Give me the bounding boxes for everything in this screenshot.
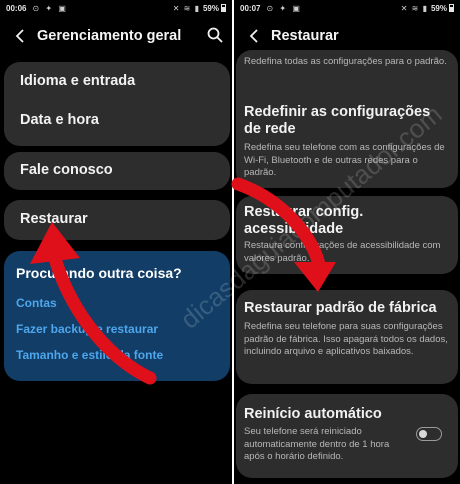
restore-group-accessibility: Restaurar config. acessibilidade Restaur… <box>236 196 458 274</box>
option-auto-restart-desc: Seu telefone será reiniciado automaticam… <box>244 426 390 462</box>
link-fazer-backup[interactable]: Fazer backup e restaurar <box>16 322 158 336</box>
settings-group-restore: Restaurar <box>4 200 230 240</box>
back-button[interactable] <box>9 25 31 47</box>
option-reset-accessibility-title[interactable]: Restaurar config. acessibilidade <box>244 204 450 238</box>
option-factory-reset-desc: Redefina seu telefone para suas configur… <box>244 321 448 357</box>
status-time: 00:07 <box>240 3 261 13</box>
link-tamanho-fonte[interactable]: Tamanho e estilo da fonte <box>16 348 163 362</box>
notification-icons: ⊙ ✦ ▣ <box>266 3 302 13</box>
page-title: Restaurar <box>271 28 339 44</box>
settings-group-language-date: Idioma e entrada Data e hora <box>4 62 230 146</box>
battery-level: 59% <box>430 3 447 13</box>
battery-level: 59% <box>202 3 219 13</box>
chevron-left-icon <box>15 29 24 43</box>
toggle-knob <box>419 430 427 438</box>
status-time: 00:06 <box>6 3 27 13</box>
search-icon[interactable] <box>206 26 224 44</box>
auto-restart-toggle[interactable] <box>416 427 442 441</box>
settings-group-contact: Fale conosco <box>4 152 230 190</box>
menu-item-restaurar[interactable]: Restaurar <box>20 211 88 227</box>
back-button[interactable] <box>243 25 265 47</box>
reset-all-desc: Redefina todas as configurações para o p… <box>244 56 447 67</box>
menu-item-fale-conosco[interactable]: Fale conosco <box>20 162 113 178</box>
menu-item-data-hora[interactable]: Data e hora <box>20 112 99 128</box>
restore-group-top: Redefina todas as configurações para o p… <box>236 50 458 188</box>
link-contas[interactable]: Contas <box>16 296 57 310</box>
left-screen: 00:06 ⊙ ✦ ▣ ✕ ≋ ▮ 59% Gerenciamento gera… <box>0 0 232 484</box>
restore-group-factory: Restaurar padrão de fábrica Redefina seu… <box>236 290 458 384</box>
signal-icons: ✕ ≋ ▮ <box>172 3 200 13</box>
right-screen: 00:07 ⊙ ✦ ▣ ✕ ≋ ▮ 59% Restaurar Redefina… <box>234 0 460 484</box>
status-bar: 00:07 ⊙ ✦ ▣ ✕ ≋ ▮ 59% <box>234 0 460 16</box>
signal-icons: ✕ ≋ ▮ <box>400 3 428 13</box>
app-bar: Gerenciamento geral <box>0 20 232 52</box>
battery-icon <box>449 4 454 12</box>
option-auto-restart-title[interactable]: Reinício automático <box>244 406 450 423</box>
option-reset-network-title[interactable]: Redefinir as configurações de rede <box>244 104 450 138</box>
status-bar: 00:06 ⊙ ✦ ▣ ✕ ≋ ▮ 59% <box>0 0 232 16</box>
notification-icons: ⊙ ✦ ▣ <box>32 3 68 13</box>
menu-item-idioma-entrada[interactable]: Idioma e entrada <box>20 73 135 89</box>
chevron-left-icon <box>249 29 258 43</box>
option-reset-network-desc: Redefina seu telefone com as configuraçõ… <box>244 142 445 178</box>
page-title: Gerenciamento geral <box>37 28 182 44</box>
app-bar: Restaurar <box>234 20 460 52</box>
option-reset-accessibility-desc: Restaura configurações de acessibilidade… <box>244 240 441 264</box>
suggestions-card: Procurando outra coisa? Contas Fazer bac… <box>4 251 230 381</box>
battery-icon <box>221 4 226 12</box>
option-factory-reset-title[interactable]: Restaurar padrão de fábrica <box>244 300 450 317</box>
suggestions-heading: Procurando outra coisa? <box>16 265 182 281</box>
